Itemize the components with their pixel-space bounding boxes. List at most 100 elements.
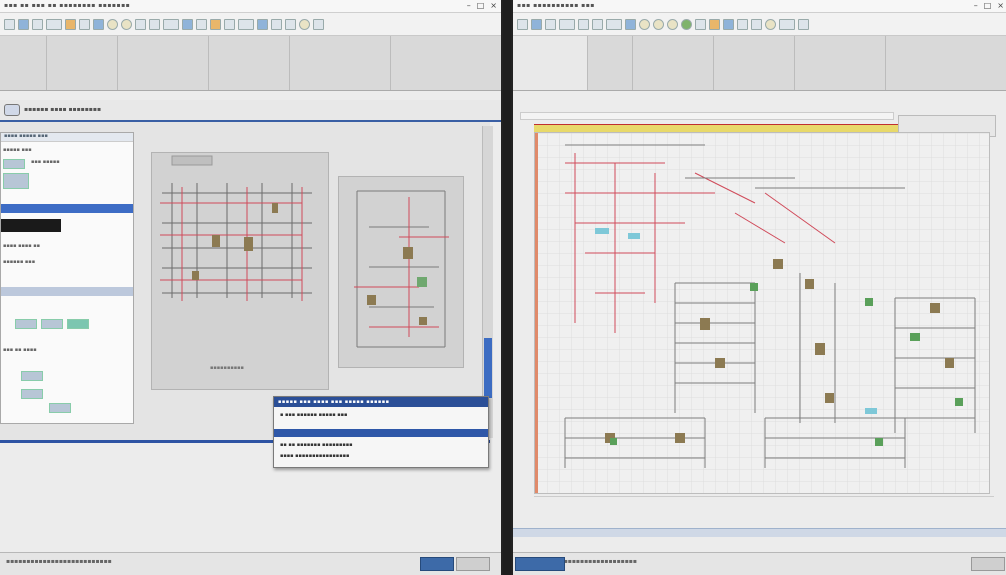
dialog-selected-row[interactable]	[274, 429, 488, 437]
status-button[interactable]	[515, 557, 565, 571]
maximize-icon[interactable]: □	[477, 1, 485, 10]
rotate-icon[interactable]	[271, 18, 282, 30]
thumbnail-icon[interactable]	[3, 159, 25, 169]
ribbon-group[interactable]	[47, 36, 118, 90]
preview-thumbnail[interactable]	[1, 219, 61, 232]
copy-icon[interactable]	[79, 18, 90, 30]
left-vertical-scrollbar[interactable]	[482, 126, 493, 438]
panel-row[interactable]: ▪▪▪ ▪▪▪▪▪	[31, 159, 60, 169]
copy-icon[interactable]	[592, 18, 603, 30]
cut-icon[interactable]	[578, 18, 589, 30]
schematic-page-1[interactable]: ▪▪▪▪▪▪▪▪▪▪	[151, 152, 329, 390]
motor-icon[interactable]	[667, 18, 678, 30]
schematic-page-2[interactable]	[338, 176, 464, 368]
relay-icon[interactable]	[653, 18, 664, 30]
sheet-tab-strip[interactable]	[513, 528, 1006, 537]
ribbon-group[interactable]	[290, 36, 391, 90]
panel-row[interactable]: ▪▪▪▪▪▪ ▪▪▪	[3, 259, 35, 269]
dialog-row: ▪▪ ▪▪ ▪▪▪▪▪▪▪ ▪▪▪▪▪▪▪▪▪	[280, 442, 353, 448]
schematic-drawing	[535, 133, 989, 493]
new-file-icon[interactable]	[517, 18, 528, 30]
ribbon-group[interactable]	[714, 36, 795, 90]
layer-icon[interactable]	[257, 18, 268, 30]
ribbon-group[interactable]	[633, 36, 714, 90]
ribbon-group[interactable]	[795, 36, 886, 90]
selected-row[interactable]	[1, 204, 133, 213]
cut-icon[interactable]	[65, 18, 76, 30]
thumbnail-icon[interactable]	[21, 389, 43, 399]
wire-tool-icon[interactable]	[709, 18, 720, 30]
print-icon[interactable]	[46, 18, 62, 30]
zoom-in-icon[interactable]	[737, 18, 748, 30]
ribbon-group[interactable]	[588, 36, 633, 90]
zoom-in-icon[interactable]	[135, 18, 146, 30]
component-icon[interactable]	[639, 18, 650, 30]
dialog-row: ▪ ▪▪▪ ▪▪▪▪▪▪ ▪▪▪▪▪ ▪▪▪	[280, 412, 348, 418]
paste-icon[interactable]	[93, 18, 104, 30]
text-tool-icon[interactable]	[196, 18, 207, 30]
page-caption: ▪▪▪▪▪▪▪▪▪▪	[210, 365, 244, 371]
document-tab-strip[interactable]	[520, 112, 894, 120]
maximize-icon[interactable]: □	[984, 1, 992, 10]
thumbnail-icon[interactable]	[3, 173, 29, 189]
ribbon-group[interactable]	[513, 36, 588, 90]
redo-icon[interactable]	[121, 18, 132, 30]
component-tool-icon[interactable]	[182, 18, 193, 30]
save-icon[interactable]	[32, 18, 43, 30]
status-button[interactable]	[971, 557, 1005, 571]
schematic-canvas[interactable]	[534, 132, 990, 494]
project-explorer-panel: ▪▪▪▪ ▪▪▪▪▪ ▪▪▪ ▪▪▪▪▪ ▪▪▪ ▪▪▪ ▪▪▪▪▪ ▪▪▪▪ …	[0, 132, 134, 424]
thumbnail-icon[interactable]	[21, 371, 43, 381]
minimize-icon[interactable]: –	[974, 1, 978, 10]
undo-icon[interactable]	[107, 18, 118, 30]
select-tool-icon[interactable]	[224, 18, 235, 30]
settings-icon[interactable]	[765, 18, 776, 30]
minimize-icon[interactable]: –	[467, 1, 471, 10]
zoom-out-icon[interactable]	[751, 18, 762, 30]
layer-icon[interactable]	[625, 18, 636, 30]
document-icon	[4, 104, 20, 116]
paste-icon[interactable]	[606, 18, 622, 30]
open-file-icon[interactable]	[18, 18, 29, 30]
print-icon[interactable]	[559, 18, 575, 30]
ribbon-group[interactable]	[391, 36, 501, 90]
panel-row[interactable]: ▪▪▪▪ ▪▪▪▪ ▪▪	[3, 243, 40, 253]
close-icon[interactable]: ×	[997, 1, 1004, 10]
status-button[interactable]	[420, 557, 454, 571]
thumbnail-icon[interactable]	[49, 403, 71, 413]
check-icon[interactable]	[681, 18, 692, 30]
dialog-title-bar[interactable]: ▪▪▪▪▪ ▪▪▪ ▪▪▪▪ ▪▪▪ ▪▪▪▪▪ ▪▪▪▪▪▪	[274, 397, 488, 407]
ribbon-group[interactable]	[118, 36, 209, 90]
line-tool-icon[interactable]	[210, 18, 221, 30]
help-icon[interactable]	[313, 18, 324, 30]
save-icon[interactable]	[545, 18, 556, 30]
properties-dialog[interactable]: ▪▪▪▪▪ ▪▪▪ ▪▪▪▪ ▪▪▪ ▪▪▪▪▪ ▪▪▪▪▪▪ ▪ ▪▪▪ ▪▪…	[273, 396, 489, 468]
grid-icon[interactable]	[695, 18, 706, 30]
new-file-icon[interactable]	[4, 18, 15, 30]
status-button[interactable]	[456, 557, 490, 571]
scrollbar-thumb[interactable]	[484, 338, 492, 398]
panel-row[interactable]: ▪▪▪ ▪▪ ▪▪▪▪	[3, 347, 37, 357]
canvas-footer	[534, 496, 994, 515]
thumbnail-icon[interactable]	[41, 319, 63, 329]
measure-icon[interactable]	[723, 18, 734, 30]
settings-icon[interactable]	[299, 18, 310, 30]
grid-icon[interactable]	[238, 18, 254, 30]
left-document-tab[interactable]: ▪▪▪▪▪▪ ▪▪▪▪ ▪▪▪▪▪▪▪▪	[0, 100, 501, 122]
mirror-icon[interactable]	[285, 18, 296, 30]
panel-row[interactable]: ▪▪▪▪▪ ▪▪▪	[3, 147, 32, 157]
zoom-out-icon[interactable]	[149, 18, 160, 30]
thumbnail-icon[interactable]	[67, 319, 89, 329]
ribbon-group[interactable]	[0, 36, 47, 90]
export-icon[interactable]	[779, 18, 795, 30]
wire-tool-icon[interactable]	[163, 18, 179, 30]
left-status-bar: ▪▪▪▪▪▪▪▪▪▪▪▪▪▪▪▪▪▪▪▪▪▪▪▪▪▪	[0, 552, 501, 575]
left-app-window: ▪▪▪ ▪▪ ▪▪▪ ▪▪ ▪▪▪▪▪▪▪▪ ▪▪▪▪▪▪▪ – □ × ▪▪▪…	[0, 0, 503, 575]
close-icon[interactable]: ×	[490, 1, 497, 10]
ribbon-group[interactable]	[886, 36, 1006, 90]
open-file-icon[interactable]	[531, 18, 542, 30]
thumbnail-icon[interactable]	[15, 319, 37, 329]
ribbon-group[interactable]	[209, 36, 290, 90]
right-status-bar: ▪▪▪▪▪▪▪▪▪▪▪▪▪▪▪▪▪▪▪▪▪▪▪▪▪▪▪▪▪	[513, 552, 1006, 575]
help-icon[interactable]	[798, 18, 809, 30]
